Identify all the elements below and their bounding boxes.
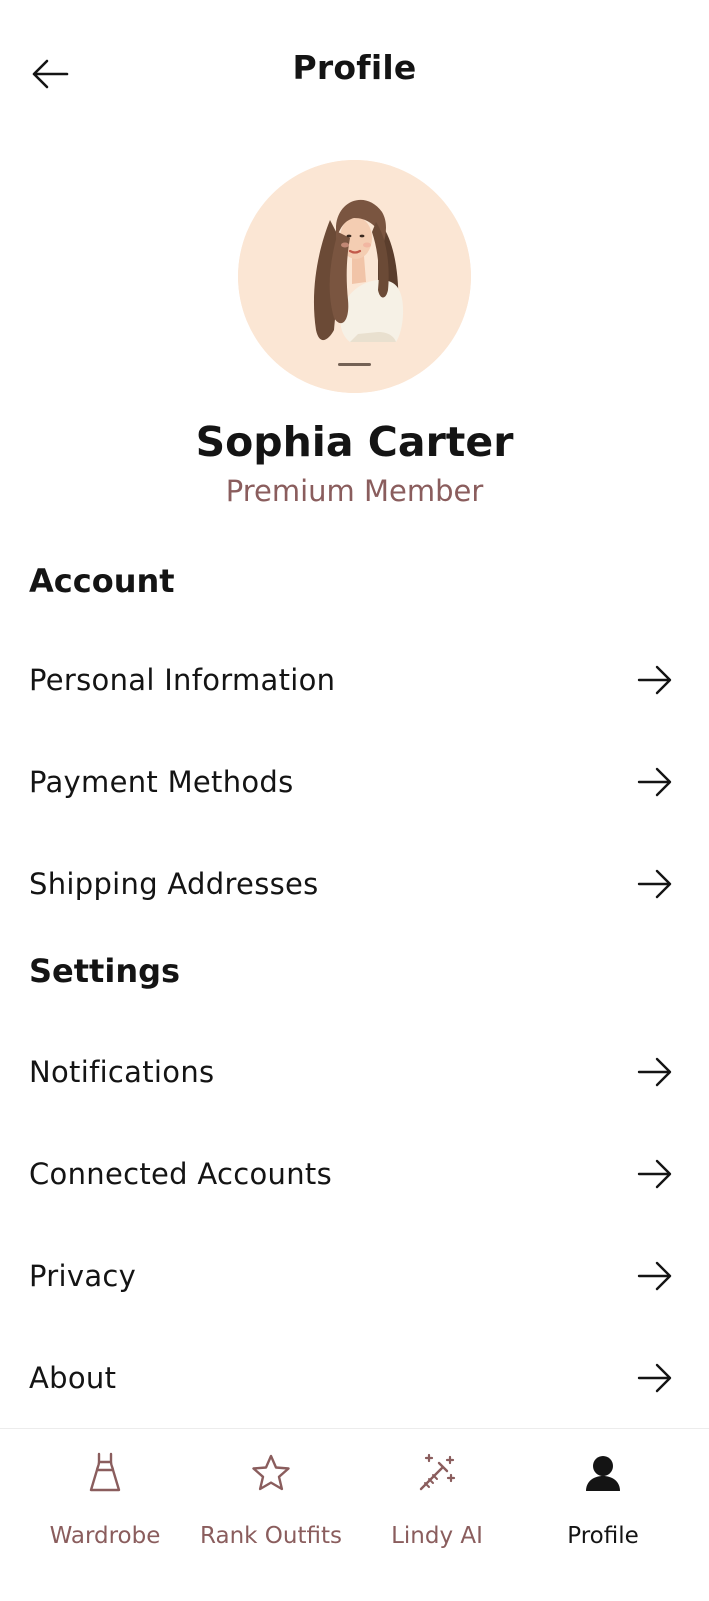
nav-label: Rank Outfits <box>200 1523 342 1549</box>
row-label: Personal Information <box>29 663 336 697</box>
row-label: Shipping Addresses <box>29 867 319 901</box>
row-label: Connected Accounts <box>29 1157 332 1191</box>
membership-badge: Premium Member <box>225 474 484 508</box>
row-label: Privacy <box>29 1259 137 1293</box>
nav-label: Profile <box>567 1523 639 1549</box>
avatar <box>238 160 471 393</box>
arrow-right-icon <box>636 664 674 696</box>
row-personal-information[interactable]: Personal Information <box>0 632 709 728</box>
magic-wand-icon <box>415 1451 459 1495</box>
row-label: Notifications <box>29 1055 215 1089</box>
star-icon <box>249 1451 293 1495</box>
bottom-nav: Wardrobe Rank Outfits Lindy AI Profile <box>0 1428 709 1601</box>
section-title-account: Account <box>29 562 175 600</box>
arrow-right-icon <box>636 766 674 798</box>
nav-item-lindy-ai[interactable]: Lindy AI <box>356 1429 518 1569</box>
section-title-settings: Settings <box>29 952 181 990</box>
row-connected-accounts[interactable]: Connected Accounts <box>0 1126 709 1222</box>
row-label: Payment Methods <box>29 765 294 799</box>
arrow-right-icon <box>636 868 674 900</box>
row-payment-methods[interactable]: Payment Methods <box>0 734 709 830</box>
app-header: Profile <box>0 0 709 144</box>
page-title: Profile <box>292 48 417 87</box>
arrow-right-icon <box>636 1362 674 1394</box>
person-icon <box>581 1451 625 1495</box>
arrow-right-icon <box>636 1158 674 1190</box>
row-notifications[interactable]: Notifications <box>0 1024 709 1120</box>
row-shipping-addresses[interactable]: Shipping Addresses <box>0 836 709 932</box>
row-about[interactable]: About <box>0 1330 709 1426</box>
nav-item-wardrobe[interactable]: Wardrobe <box>24 1429 186 1569</box>
arrow-right-icon <box>636 1056 674 1088</box>
arrow-right-icon <box>636 1260 674 1292</box>
nav-label: Wardrobe <box>49 1523 161 1549</box>
row-label: About <box>29 1361 117 1395</box>
dress-icon <box>83 1451 127 1495</box>
nav-label: Lindy AI <box>391 1523 483 1549</box>
avatar-illustration <box>238 160 471 393</box>
nav-item-profile[interactable]: Profile <box>522 1429 684 1569</box>
profile-name: Sophia Carter <box>195 418 514 466</box>
nav-item-rank-outfits[interactable]: Rank Outfits <box>190 1429 352 1569</box>
row-privacy[interactable]: Privacy <box>0 1228 709 1324</box>
